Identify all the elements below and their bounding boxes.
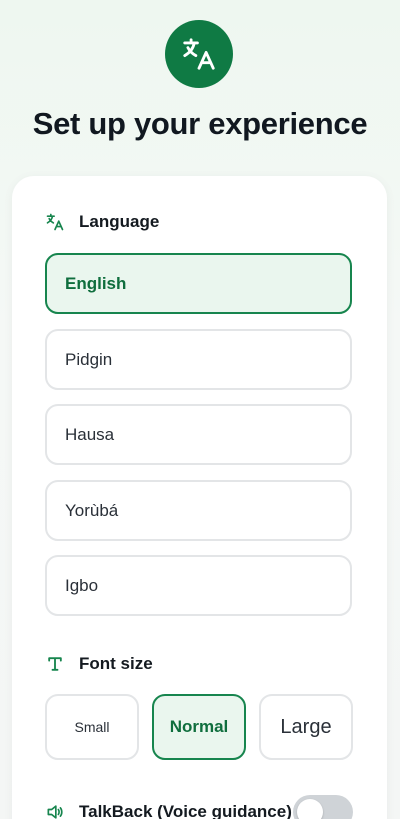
language-option-english[interactable]: English xyxy=(45,253,352,314)
settings-card: Language English Pidgin Hausa Yorùbá Igb… xyxy=(12,176,387,819)
toggle-knob xyxy=(297,799,323,819)
text-size-icon xyxy=(45,654,65,674)
language-option-hausa[interactable]: Hausa xyxy=(45,404,352,465)
font-size-normal-button[interactable]: Normal xyxy=(152,694,246,760)
language-section-header: Language xyxy=(45,212,159,232)
language-option-pidgin[interactable]: Pidgin xyxy=(45,329,352,390)
talkback-label: TalkBack (Voice guidance) xyxy=(79,802,292,819)
language-option-yoruba[interactable]: Yorùbá xyxy=(45,480,352,541)
font-size-section-header: Font size xyxy=(45,654,153,674)
setup-screen: Set up your experience Language English … xyxy=(0,0,400,819)
font-size-large-button[interactable]: Large xyxy=(259,694,353,760)
font-size-small-button[interactable]: Small xyxy=(45,694,139,760)
font-size-heading: Font size xyxy=(79,654,153,673)
talkback-row: TalkBack (Voice guidance) xyxy=(45,802,292,819)
speaker-icon xyxy=(45,802,65,819)
translate-icon xyxy=(165,20,233,88)
translate-icon xyxy=(45,212,65,232)
page-title: Set up your experience xyxy=(32,106,368,141)
talkback-toggle[interactable] xyxy=(293,795,353,819)
language-option-igbo[interactable]: Igbo xyxy=(45,555,352,616)
language-heading: Language xyxy=(79,212,160,231)
